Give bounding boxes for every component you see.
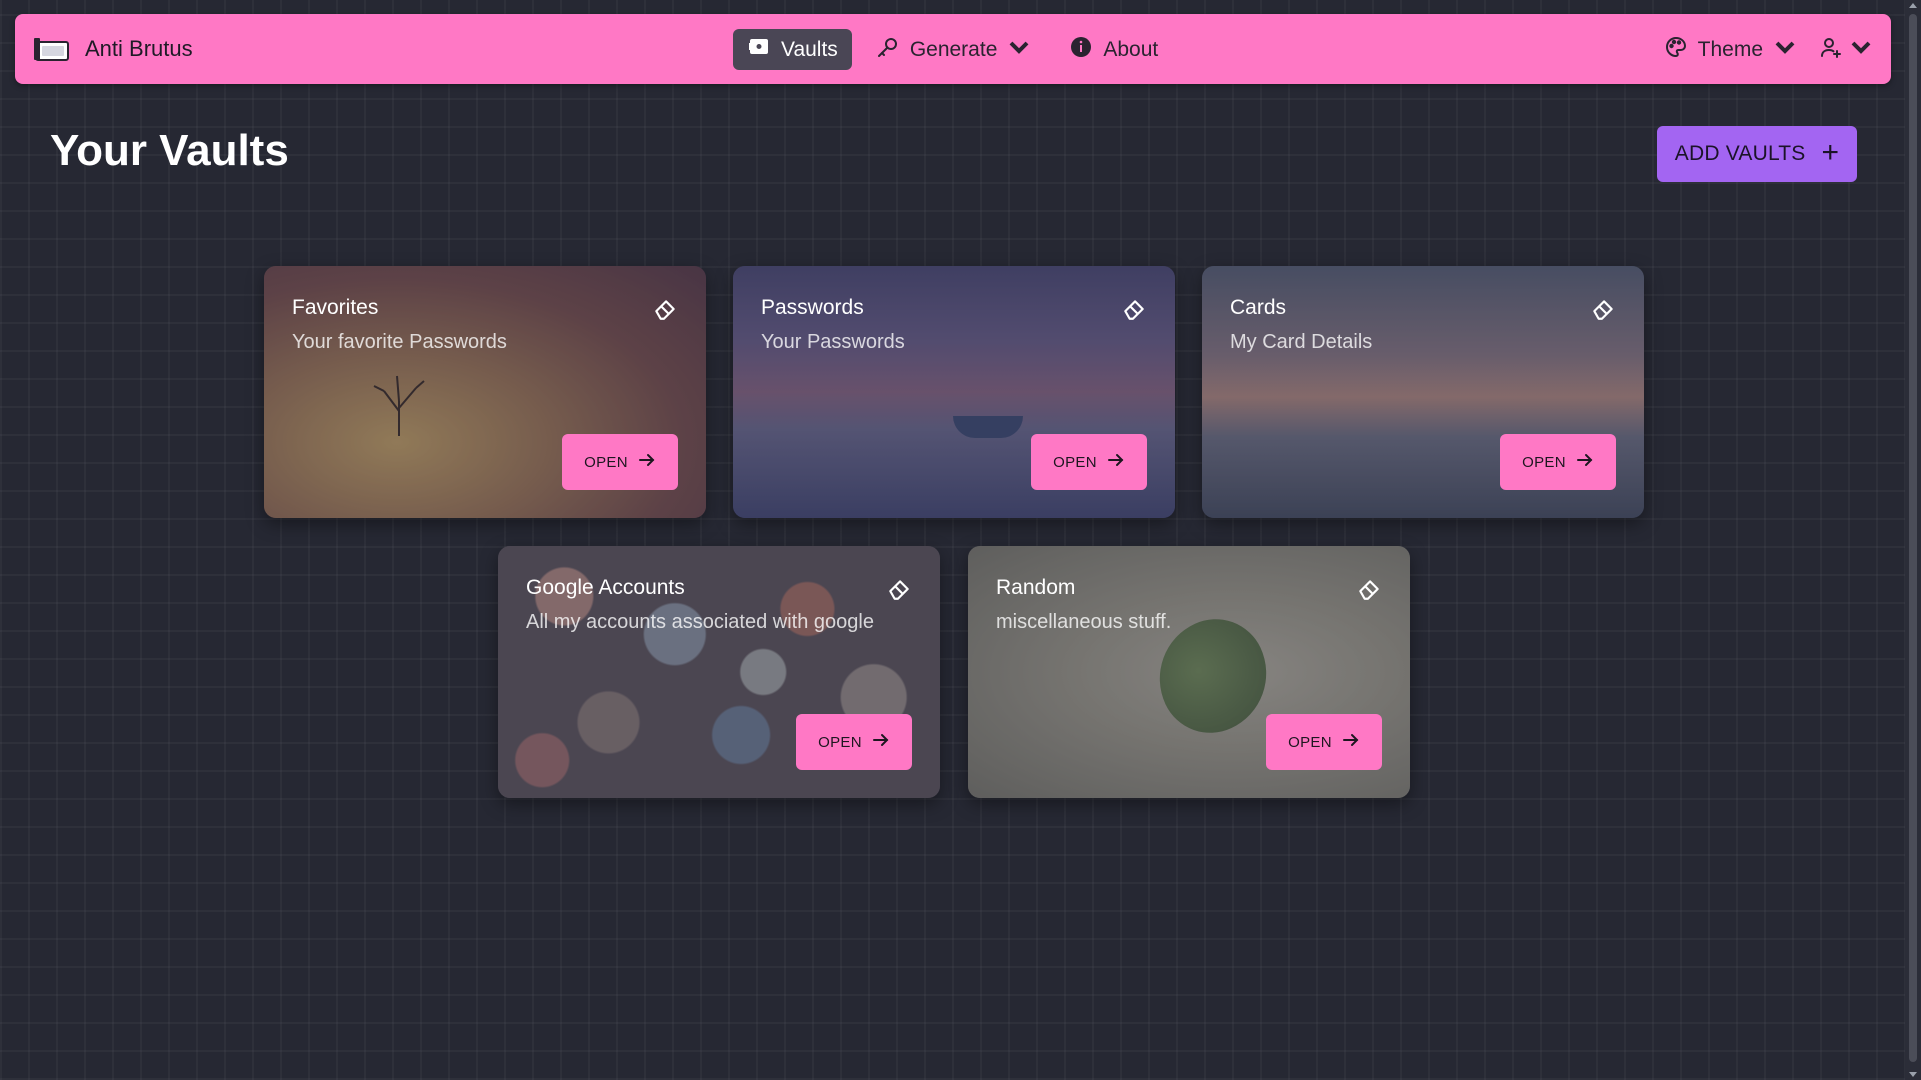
nav-right: Theme: [1664, 29, 1873, 70]
card-title: Passwords: [761, 296, 864, 319]
theme-label: Theme: [1697, 37, 1763, 61]
vault-card-favorites: Favorites Your favorite Passwords OPEN: [264, 266, 706, 518]
chevron-down-icon: [1007, 35, 1031, 65]
card-title: Random: [996, 576, 1076, 599]
eraser-icon[interactable]: [886, 576, 912, 602]
nav-about-label: About: [1103, 37, 1159, 61]
eraser-icon[interactable]: [1121, 296, 1147, 322]
vault-logo-icon: [33, 35, 71, 63]
card-title: Cards: [1230, 296, 1287, 319]
nav-generate-label: Generate: [909, 37, 998, 61]
open-button[interactable]: OPEN: [1266, 714, 1382, 770]
page: Anti Brutus Vaults Generate About Theme …: [0, 0, 1905, 1080]
card-subtitle: Your favorite Passwords: [292, 331, 507, 353]
open-button[interactable]: OPEN: [1031, 434, 1147, 490]
add-vaults-label: ADD VAULTS: [1674, 142, 1806, 165]
open-button[interactable]: OPEN: [562, 434, 678, 490]
open-label: OPEN: [584, 453, 628, 471]
nav-about[interactable]: About: [1055, 29, 1172, 70]
eraser-icon[interactable]: [1356, 576, 1382, 602]
eraser-icon[interactable]: [1590, 296, 1616, 322]
open-button[interactable]: OPEN: [1500, 434, 1616, 490]
card-subtitle: All my accounts associated with google: [526, 611, 874, 633]
chevron-down-icon: [1773, 35, 1797, 65]
add-vaults-button[interactable]: ADD VAULTS +: [1657, 126, 1857, 182]
open-label: OPEN: [1522, 453, 1566, 471]
page-title: Your Vaults: [50, 126, 289, 175]
open-label: OPEN: [818, 733, 862, 751]
arrow-right-icon: [1576, 451, 1594, 473]
key-icon: [876, 35, 900, 65]
vault-card-passwords: Passwords Your Passwords OPEN: [733, 266, 1175, 518]
open-label: OPEN: [1053, 453, 1097, 471]
nav-generate[interactable]: Generate: [862, 29, 1046, 70]
brand-name: Anti Brutus: [85, 36, 193, 61]
main-nav: Vaults Generate About: [733, 29, 1172, 70]
info-icon: [1069, 35, 1093, 65]
card-title: Favorites: [292, 296, 379, 319]
plus-icon: +: [1821, 135, 1840, 169]
open-button[interactable]: OPEN: [796, 714, 912, 770]
user-icon: [1819, 35, 1843, 65]
scroll-down-arrow-icon[interactable]: [1909, 1072, 1917, 1077]
card-title: Google Accounts: [526, 576, 685, 599]
vault-card-google-accounts: Google Accounts All my accounts associat…: [498, 546, 940, 798]
arrow-right-icon: [872, 731, 890, 753]
arrow-right-icon: [1107, 451, 1125, 473]
user-menu[interactable]: [1819, 29, 1873, 70]
scroll-up-arrow-icon[interactable]: [1909, 3, 1917, 8]
arrow-right-icon: [638, 451, 656, 473]
card-subtitle: miscellaneous stuff.: [996, 611, 1172, 633]
theme-menu[interactable]: Theme: [1664, 29, 1797, 70]
vault-card-cards: Cards My Card Details OPEN: [1202, 266, 1644, 518]
arrow-right-icon: [1342, 731, 1360, 753]
eraser-icon[interactable]: [652, 296, 678, 322]
vault-card-random: Random miscellaneous stuff. OPEN: [968, 546, 1410, 798]
top-navbar: Anti Brutus Vaults Generate About Theme: [15, 14, 1891, 84]
scrollbar-thumb[interactable]: [1909, 14, 1917, 1062]
card-subtitle: Your Passwords: [761, 331, 905, 353]
nav-vaults[interactable]: Vaults: [733, 29, 852, 70]
brand[interactable]: Anti Brutus: [33, 14, 193, 84]
nav-vaults-label: Vaults: [781, 37, 838, 61]
palette-icon: [1664, 35, 1688, 65]
safe-icon: [747, 35, 771, 65]
vertical-scrollbar[interactable]: [1905, 0, 1921, 1080]
chevron-down-icon: [1849, 35, 1873, 65]
card-subtitle: My Card Details: [1230, 331, 1373, 353]
open-label: OPEN: [1288, 733, 1332, 751]
